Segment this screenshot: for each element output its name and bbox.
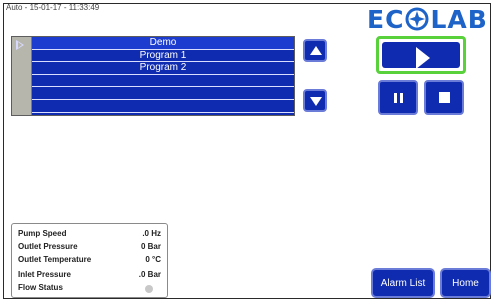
alarm-list-label: Alarm List: [380, 277, 426, 289]
selection-gutter: [12, 37, 32, 115]
arrow-down-icon: [310, 97, 322, 106]
brand-logo: EC LAB: [367, 4, 488, 34]
outlet-pressure-row: Outlet Pressure 0 Bar: [18, 242, 161, 254]
status-panel: Pump Speed .0 Hz Outlet Pressure 0 Bar O…: [11, 223, 168, 298]
pause-icon: [394, 93, 404, 103]
outlet-temperature-label: Outlet Temperature: [18, 255, 92, 264]
stop-icon: [439, 92, 450, 103]
flow-status-row: Flow Status: [18, 283, 161, 295]
inlet-pressure-value: .0 Bar: [138, 270, 161, 279]
list-item[interactable]: Demo: [32, 37, 294, 50]
pump-speed-value: .0 Hz: [142, 229, 161, 238]
home-label: Home: [452, 277, 479, 289]
start-button[interactable]: [376, 36, 466, 74]
home-button[interactable]: Home: [440, 268, 491, 298]
inlet-pressure-row: Inlet Pressure .0 Bar: [18, 270, 161, 282]
stop-button[interactable]: [424, 80, 464, 115]
outlet-pressure-label: Outlet Pressure: [18, 242, 78, 251]
scroll-down-button[interactable]: [303, 89, 327, 112]
list-item[interactable]: [32, 100, 294, 113]
list-item[interactable]: Program 2: [32, 62, 294, 75]
pause-button[interactable]: [378, 80, 418, 115]
outlet-temperature-row: Outlet Temperature 0 °C: [18, 255, 161, 267]
inlet-pressure-label: Inlet Pressure: [18, 270, 71, 279]
list-item[interactable]: Program 1: [32, 50, 294, 63]
pump-speed-label: Pump Speed: [18, 229, 67, 238]
scroll-up-button[interactable]: [303, 39, 327, 62]
alarm-list-button[interactable]: Alarm List: [371, 268, 435, 298]
play-icon: [416, 47, 430, 69]
flow-status-label: Flow Status: [18, 283, 63, 292]
logo-star-icon: [405, 7, 429, 31]
list-item[interactable]: [32, 87, 294, 100]
outlet-temperature-value: 0 °C: [145, 255, 161, 264]
flow-status-indicator-icon: [145, 285, 153, 293]
status-bar: Auto - 15-01-17 - 11:33:49: [6, 3, 100, 12]
program-list[interactable]: Demo Program 1 Program 2: [11, 36, 295, 116]
list-item[interactable]: [32, 75, 294, 88]
outlet-pressure-value: 0 Bar: [140, 242, 161, 251]
arrow-up-icon: [310, 46, 322, 55]
pump-speed-row: Pump Speed .0 Hz: [18, 229, 161, 241]
